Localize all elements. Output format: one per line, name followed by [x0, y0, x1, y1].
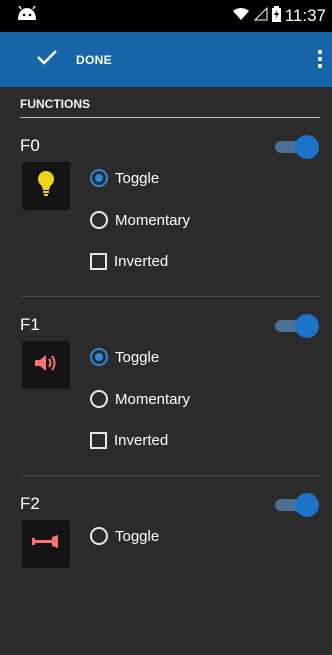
radio-label: Toggle	[115, 527, 160, 545]
radio-label: Toggle	[115, 169, 160, 187]
radio-button[interactable]	[90, 390, 108, 408]
lightbulb-icon	[36, 170, 56, 203]
signal-icon	[253, 6, 268, 26]
radio-label: Toggle	[115, 348, 160, 366]
android-robot-icon	[16, 5, 38, 27]
done-button[interactable]: DONE	[76, 53, 112, 67]
function-icon-button[interactable]	[22, 341, 70, 389]
enable-switch[interactable]	[275, 493, 319, 517]
function-name: F1	[20, 315, 40, 334]
overflow-menu-icon[interactable]	[314, 44, 326, 74]
action-bar: DONE	[0, 32, 332, 87]
function-name: F0	[20, 136, 40, 155]
function-icon-button[interactable]	[22, 520, 70, 568]
checkbox[interactable]	[90, 253, 107, 270]
function-name: F2	[20, 494, 40, 513]
section-title: FUNCTIONS	[20, 97, 320, 118]
radio-button[interactable]	[90, 211, 108, 229]
checkbox-inverted[interactable]: Inverted	[90, 253, 168, 270]
radio-button-checked[interactable]	[90, 348, 108, 366]
radio-momentary[interactable]: Momentary	[90, 211, 190, 229]
radio-toggle[interactable]: Toggle	[90, 169, 159, 187]
function-item: F2 Toggle	[20, 476, 320, 655]
checkbox-label: Inverted	[114, 432, 169, 449]
clock: 11:37	[284, 6, 326, 25]
speaker-icon	[33, 353, 59, 378]
radio-momentary[interactable]: Momentary	[90, 390, 190, 408]
enable-switch[interactable]	[275, 135, 319, 159]
checkbox[interactable]	[90, 432, 107, 449]
radio-toggle[interactable]: Toggle	[90, 348, 159, 366]
radio-toggle[interactable]: Toggle	[90, 527, 159, 545]
function-icon-button[interactable]	[22, 162, 70, 210]
status-bar: 11:37	[0, 0, 332, 32]
enable-switch[interactable]	[275, 314, 319, 338]
radio-button[interactable]	[90, 527, 108, 545]
battery-icon	[271, 5, 281, 27]
horn-icon	[32, 534, 60, 554]
radio-label: Momentary	[115, 211, 191, 229]
checkbox-label: Inverted	[114, 253, 169, 270]
check-icon[interactable]	[36, 49, 58, 70]
checkbox-inverted[interactable]: Inverted	[90, 432, 168, 449]
radio-label: Momentary	[115, 390, 191, 408]
wifi-icon	[232, 6, 250, 26]
function-item: F1 Toggle Momentary Inverted	[20, 297, 320, 476]
function-item: F0 Toggle Momentary Inverted	[20, 118, 320, 297]
radio-button-checked[interactable]	[90, 169, 108, 187]
